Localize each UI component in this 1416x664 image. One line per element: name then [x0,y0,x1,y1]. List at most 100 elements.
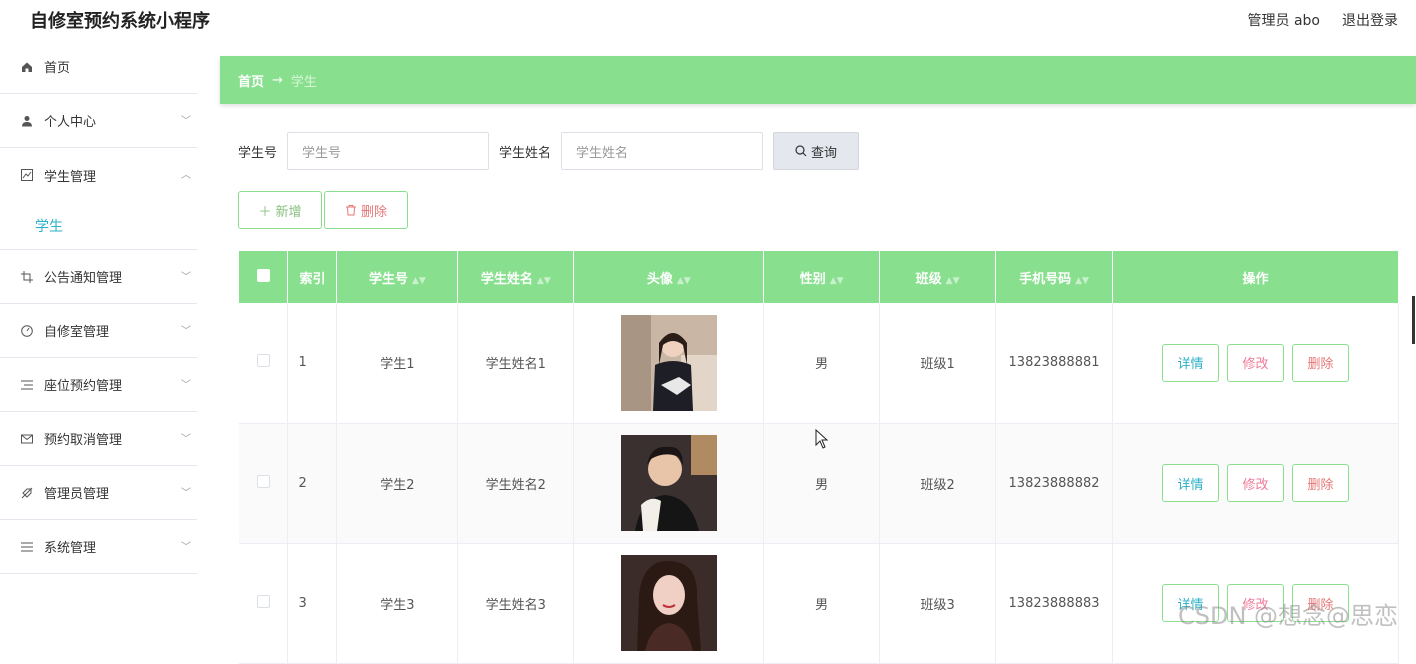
cell-phone: 13823888881 [995,303,1114,424]
sidebar-item-personal-center[interactable]: 个人中心 ﹀ [0,94,197,148]
logout-link[interactable]: 退出登录 [1342,10,1398,30]
row-actions: 详情 修改 删除 [1162,464,1349,502]
cell-student-name: 学生姓名2 [457,423,575,544]
detail-button[interactable]: 详情 [1162,343,1219,382]
header-label: 性别 [799,271,826,287]
cell-student-name: 学生姓名1 [457,303,575,424]
sidebar-item-home[interactable]: 首页 [0,40,197,94]
student-no-input[interactable]: 学生号 [287,132,490,170]
cell-class: 班级3 [879,543,997,664]
chevron-down-icon: ﹀ [181,326,191,337]
sidebar-item-study-room-management[interactable]: 自修室管理 ﹀ [0,304,197,358]
sidebar-item-seat-reservation[interactable]: 座位预约管理 ﹀ [0,358,197,412]
select-all-header[interactable] [239,251,289,303]
row-select-cell [239,303,289,424]
edit-button[interactable]: 修改 [1227,343,1284,382]
student-table: 索引 学生号 ▲▼ 学生姓名 ▲▼ 头像 ▲▼ 性别 ▲▼ 班级 ▲▼ 手机号码 ▲▼ 操作… [239,251,1399,664]
student-no-label: 学生号 [238,145,278,161]
row-checkbox[interactable] [256,474,270,488]
header-phone[interactable]: 手机号码 ▲▼ [995,251,1114,303]
cell-avatar [573,423,765,544]
current-user: 管理员 abo [1247,13,1320,29]
cell-student-no: 学生3 [336,543,459,664]
search-form: 学生号 学生号 学生姓名 学生姓名 查询 [238,132,860,170]
breadcrumb: 首页 → 学生 [220,56,1416,104]
header-actions: 操作 [1112,251,1399,303]
sidebar-item-cancel-management[interactable]: 预约取消管理 ﹀ [0,412,197,466]
avatar-image [620,555,717,651]
cell-actions: 详情 修改 删除 [1112,543,1399,664]
cell-student-no: 学生2 [336,423,459,544]
edit-button[interactable]: 修改 [1227,464,1284,502]
sort-icon: ▲▼ [536,275,551,286]
header-right: 管理员 abo 退出登录 [1248,10,1398,30]
sort-icon: ▲▼ [829,275,844,286]
cell-actions: 详情 修改 删除 [1112,303,1399,424]
batch-delete-button[interactable]: 删除 [324,191,408,229]
header-student-name[interactable]: 学生姓名 ▲▼ [457,251,575,303]
header-gender[interactable]: 性别 ▲▼ [763,251,881,303]
select-all-checkbox[interactable] [256,268,270,282]
row-actions: 详情 修改 删除 [1162,584,1349,622]
sidebar-item-admin-management[interactable]: 管理员管理 ﹀ [0,466,197,520]
sidebar-item-student-management[interactable]: 学生管理 ︿ [0,148,197,202]
chevron-down-icon: ﹀ [181,116,191,127]
sidebar-item-system-management[interactable]: 系统管理 ﹀ [0,520,197,574]
sidebar-menu: 首页 个人中心 ﹀ 学生管理 ︿ 学生 公告通知管理 ﹀ 自修室管理 ﹀ 座位预… [0,40,220,574]
detail-button[interactable]: 详情 [1162,464,1219,502]
search-icon [795,145,807,157]
table-row: 3 学生3 学生姓名3 男 班级3 13823888883 详情 修改 删除 [239,543,1399,664]
header-avatar[interactable]: 头像 ▲▼ [573,251,765,303]
cell-avatar [573,543,765,664]
chevron-down-icon: ﹀ [181,380,191,391]
cell-student-name: 学生姓名3 [457,543,575,664]
header-label: 班级 [915,271,942,287]
cell-gender: 男 [763,543,881,664]
breadcrumb-home[interactable]: 首页 [238,71,264,90]
top-bar: 自修室预约系统小程序 管理员 abo 退出登录 [0,0,1416,40]
sort-icon: ▲▼ [676,275,691,286]
mail-icon [20,432,34,446]
sidebar-item-label: 管理员管理 [44,487,110,502]
row-select-cell [239,543,289,664]
list-icon [20,378,34,392]
row-actions: 详情 修改 删除 [1162,343,1349,382]
header-class[interactable]: 班级 ▲▼ [879,251,997,303]
header-label: 学生号 [368,271,408,287]
chevron-down-icon: ﹀ [181,272,191,283]
chevron-down-icon: ﹀ [181,434,191,445]
cell-gender: 男 [763,303,881,424]
query-button[interactable]: 查询 [773,132,860,170]
add-button[interactable]: ＋ 新增 [238,191,322,229]
sidebar-item-label: 自修室管理 [44,325,110,340]
row-checkbox[interactable] [256,354,270,368]
compass-icon [20,324,34,338]
app-title: 自修室预约系统小程序 [30,11,210,32]
query-label: 查询 [811,145,838,161]
sidebar-subitem-student[interactable]: 学生 [0,202,197,250]
row-checkbox[interactable] [256,594,270,608]
plus-icon: ＋ [258,204,272,220]
delete-button[interactable]: 删除 [1292,584,1349,622]
sidebar-item-label: 学生管理 [44,169,97,185]
sort-icon: ▲▼ [945,275,960,286]
sidebar-item-notice-management[interactable]: 公告通知管理 ﹀ [0,250,197,304]
tag-off-icon [20,486,34,500]
edit-button[interactable]: 修改 [1227,584,1284,622]
sidebar: 首页 个人中心 ﹀ 学生管理 ︿ 学生 公告通知管理 ﹀ 自修室管理 ﹀ 座位预… [0,40,220,639]
student-name-input[interactable]: 学生姓名 [561,132,764,170]
scrollbar-edge[interactable] [1412,296,1415,344]
header-label: 学生姓名 [480,271,533,287]
header-label: 手机号码 [1019,271,1072,287]
table-row: 1 学生1 学生姓名1 男 班级1 13823888881 详情 修改 删除 [239,303,1399,424]
header-student-no[interactable]: 学生号 ▲▼ [336,251,459,303]
cell-index: 2 [287,423,338,544]
home-icon [20,60,34,74]
delete-button[interactable]: 删除 [1292,343,1349,382]
chart-icon [20,168,34,182]
add-label: 新增 [275,204,302,220]
cell-student-no: 学生1 [336,303,459,424]
student-name-label: 学生姓名 [499,145,552,161]
delete-button[interactable]: 删除 [1292,464,1349,502]
detail-button[interactable]: 详情 [1162,584,1219,622]
